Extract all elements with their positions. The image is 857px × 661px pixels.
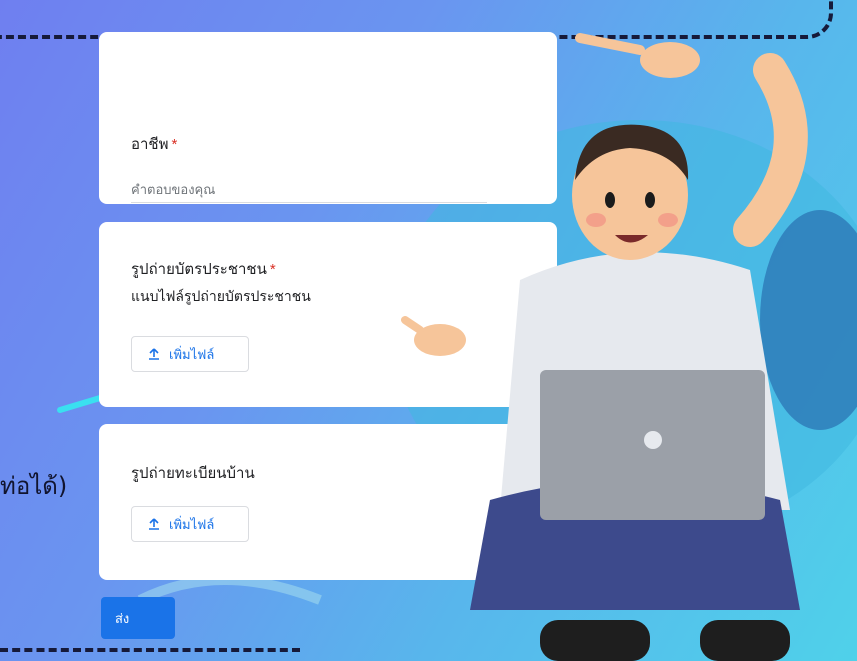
add-file-label: เพิ่มไฟล์	[169, 346, 215, 362]
question-title-text: รูปถ่ายบัตรประชาชน	[131, 261, 267, 278]
question-title-occupation: อาชีพ *	[131, 132, 177, 156]
required-asterisk: *	[269, 261, 276, 278]
submit-button[interactable]: ส่ง	[101, 597, 175, 639]
cropped-caption-text: ท่อได้)	[0, 472, 68, 500]
add-file-label: เพิ่มไฟล์	[169, 516, 215, 532]
upload-icon	[149, 518, 159, 530]
required-asterisk: *	[171, 136, 178, 153]
question-description: แนบไฟล์รูปถ่ายบัตรประชาชน	[131, 288, 311, 304]
upload-icon	[149, 348, 159, 360]
question-title-id-card: รูปถ่ายบัตรประชาชน *	[131, 257, 276, 281]
add-file-button[interactable]: เพิ่มไฟล์	[131, 506, 249, 542]
person-illustration-icon	[401, 33, 808, 661]
question-title-house-registration: รูปถ่ายทะเบียนบ้าน	[131, 465, 255, 482]
question-title-text: อาชีพ	[131, 136, 169, 153]
add-file-button[interactable]: เพิ่มไฟล์	[131, 336, 249, 372]
